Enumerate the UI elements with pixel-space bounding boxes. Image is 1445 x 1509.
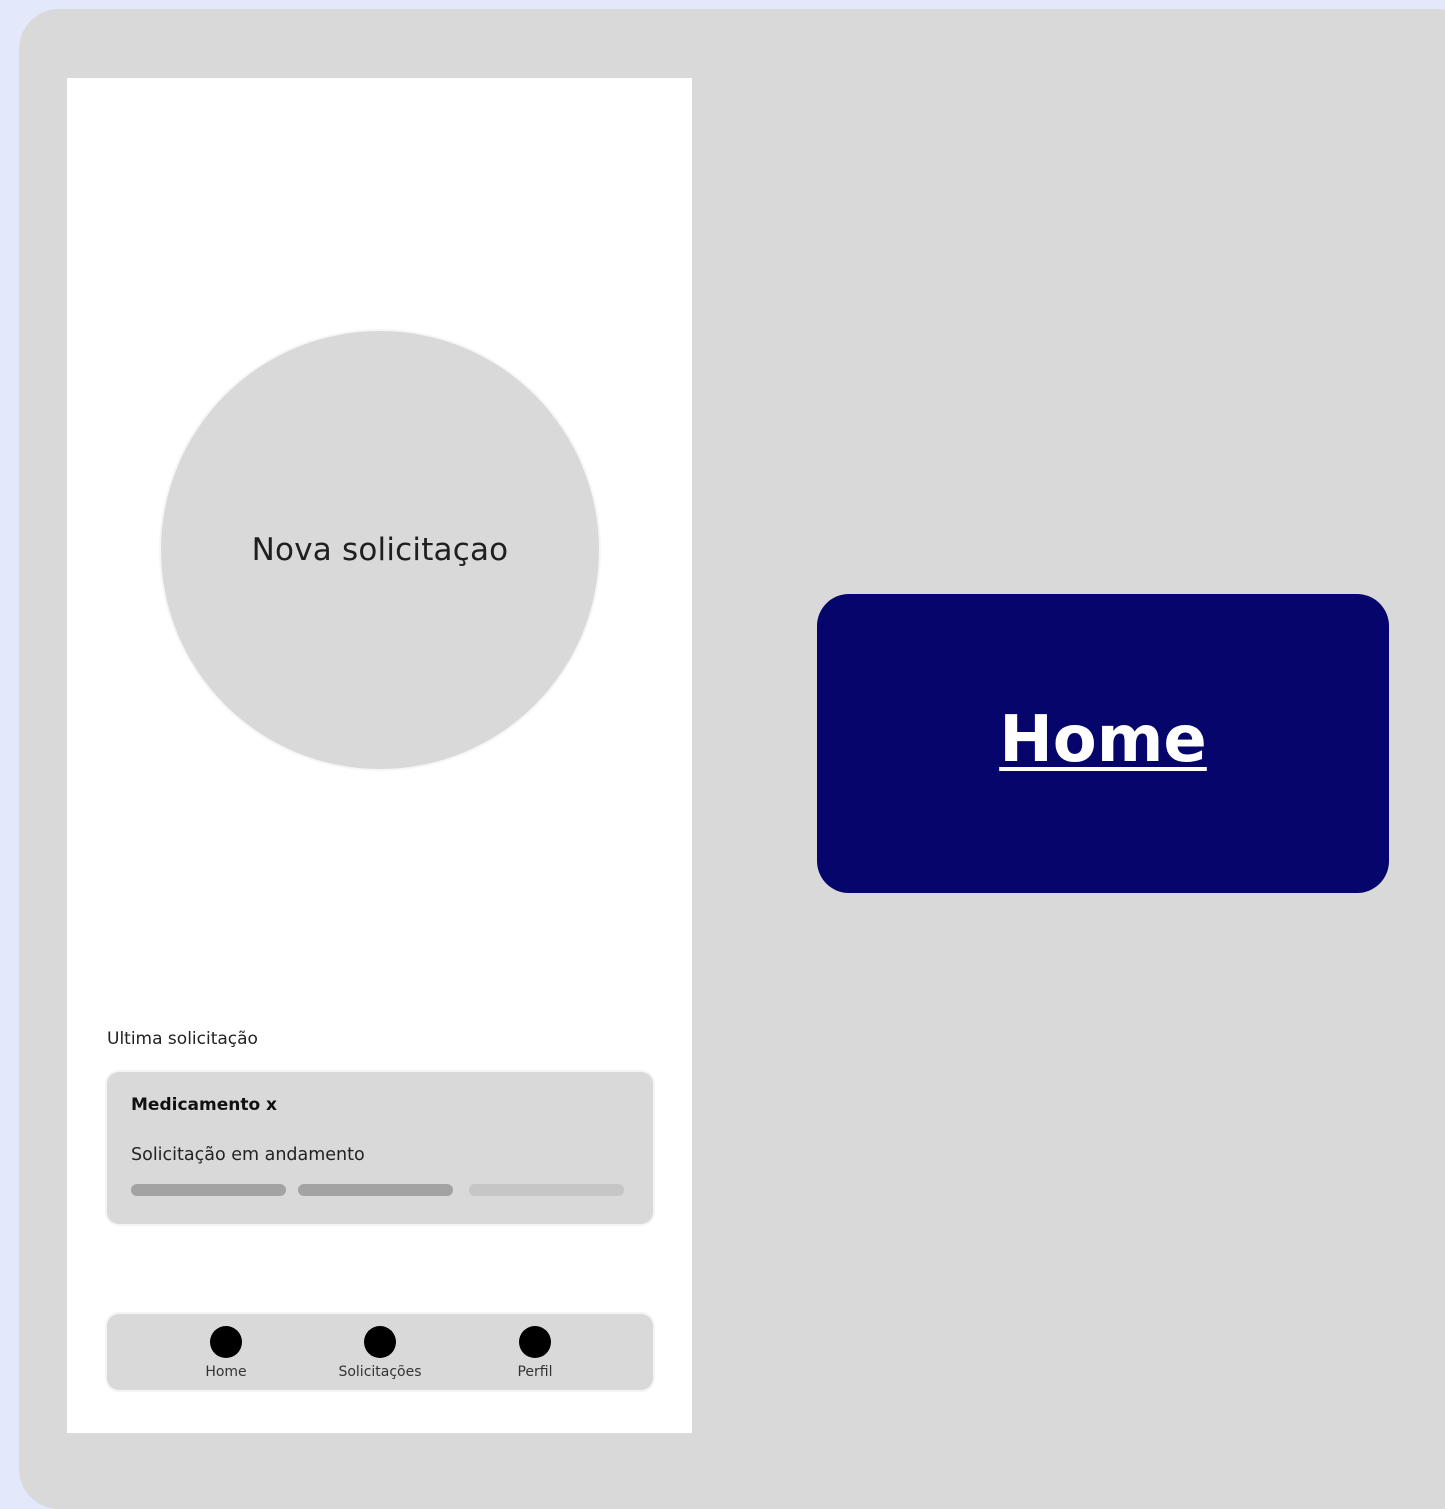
perfil-circle-icon [519, 1326, 551, 1358]
nav-item-home[interactable]: Home [166, 1326, 286, 1380]
bottom-navigation-bar: Home Solicitações Perfil [107, 1314, 653, 1390]
progress-step [469, 1184, 624, 1196]
home-circle-icon [210, 1326, 242, 1358]
phone-wireframe-screen: Nova solicitaçao Ultima solicitação Medi… [67, 78, 692, 1433]
nav-label-home: Home [205, 1364, 247, 1380]
request-progress [131, 1184, 624, 1196]
request-title: Medicamento x [131, 1095, 278, 1115]
nav-item-perfil[interactable]: Perfil [475, 1326, 595, 1380]
last-request-card[interactable]: Medicamento x Solicitação em andamento [107, 1072, 653, 1224]
solicitacoes-circle-icon [364, 1326, 396, 1358]
nav-item-solicitacoes[interactable]: Solicitações [320, 1326, 440, 1380]
new-request-label: Nova solicitaçao [251, 532, 509, 568]
screen-title-badge: Home [817, 594, 1389, 893]
screen-title-link[interactable]: Home [999, 703, 1207, 777]
progress-step [131, 1184, 286, 1196]
last-request-heading: Ultima solicitação [107, 1029, 258, 1049]
nav-label-solicitacoes: Solicitações [338, 1364, 422, 1380]
new-request-button[interactable]: Nova solicitaçao [161, 331, 599, 769]
request-status: Solicitação em andamento [131, 1145, 365, 1165]
nav-label-perfil: Perfil [517, 1364, 553, 1380]
progress-step [298, 1184, 453, 1196]
